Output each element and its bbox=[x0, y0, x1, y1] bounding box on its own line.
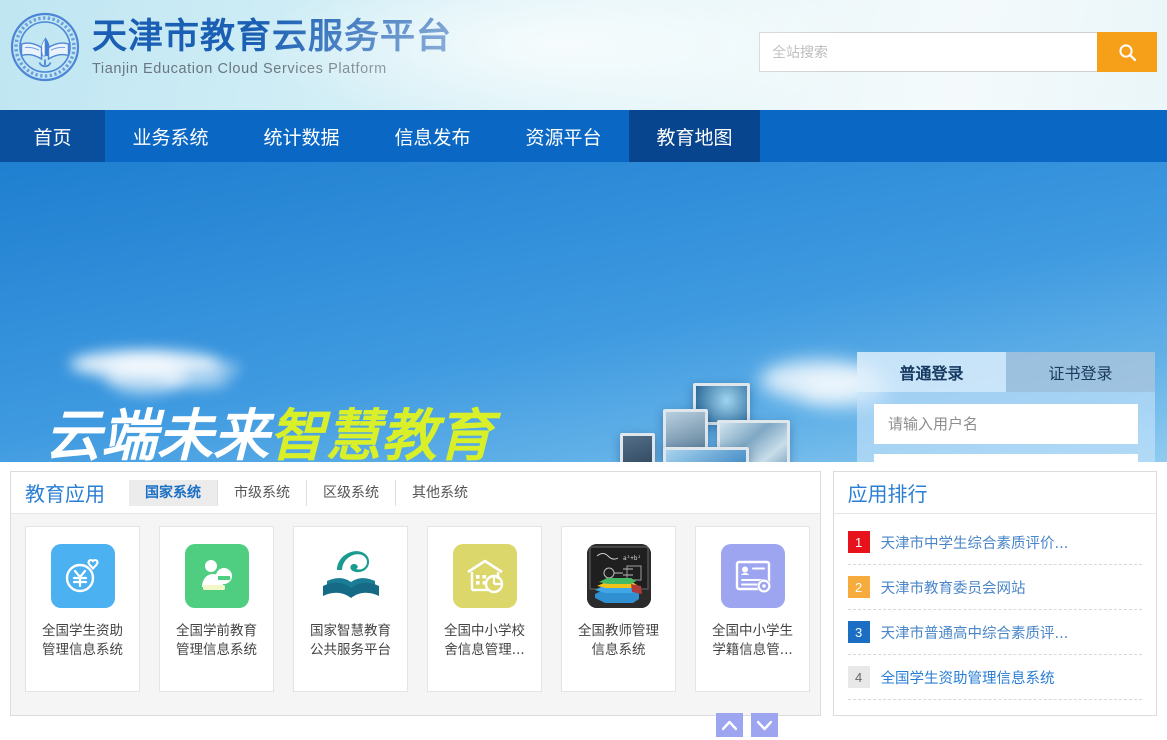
list-item[interactable]: 3 天津市普通高中综合素质评... bbox=[847, 610, 1142, 655]
site-title-en: Tianjin Education Cloud Services Platfor… bbox=[92, 60, 387, 77]
list-item[interactable]: 2 天津市教育委员会网站 bbox=[847, 565, 1142, 610]
banner-headline-group: 云端未来智慧教育 引领教育信息化建设的变革 bbox=[45, 404, 561, 463]
tab-municipal-systems[interactable]: 市级系统 bbox=[218, 479, 307, 506]
monitor-screen bbox=[620, 433, 655, 462]
apps-grid: 全国学生资助 管理信息系统 全国学前教育 管理信息系统 国家智慧教育 公共服务平… bbox=[11, 514, 820, 737]
tab-label: 市级系统 bbox=[234, 484, 290, 501]
rank-badge: 4 bbox=[847, 666, 870, 688]
nav-label: 资源平台 bbox=[525, 126, 602, 149]
app-label: 全国中小学生 学籍信息管... bbox=[712, 623, 793, 658]
app-card-smart-education-platform[interactable]: 国家智慧教育 公共服务平台 bbox=[293, 526, 408, 692]
app-card-student-records[interactable]: 全国中小学生 学籍信息管... bbox=[695, 526, 810, 692]
rank-label: 天津市教育委员会网站 bbox=[880, 580, 1026, 597]
rank-badge: 2 bbox=[847, 576, 870, 598]
password-input[interactable] bbox=[874, 454, 1138, 462]
apps-panel-header: 教育应用 国家系统 市级系统 区级系统 其他系统 bbox=[11, 472, 820, 514]
app-label: 国家智慧教育 公共服务平台 bbox=[310, 623, 391, 658]
app-label: 全国学前教育 管理信息系统 bbox=[176, 623, 257, 658]
monitor-collage-artwork bbox=[565, 357, 865, 462]
list-item[interactable]: 1 天津市中学生综合素质评价... bbox=[847, 520, 1142, 565]
list-item[interactable]: 4 全国学生资助管理信息系统 bbox=[847, 655, 1142, 700]
app-card-teacher-management[interactable]: a²+b² 全国教师管理 信息系统 bbox=[561, 526, 676, 692]
banner-headline-yellow: 智慧教育 bbox=[269, 404, 493, 463]
username-input[interactable] bbox=[874, 404, 1138, 444]
tab-label: 区级系统 bbox=[323, 484, 379, 501]
monitor-screen bbox=[663, 447, 749, 462]
app-ranking-panel: 应用排行 1 天津市中学生综合素质评价... 2 天津市教育委员会网站 3 天津… bbox=[832, 471, 1157, 716]
search-input[interactable] bbox=[759, 32, 1097, 72]
tab-national-systems[interactable]: 国家系统 bbox=[129, 479, 218, 506]
apps-category-tabs: 国家系统 市级系统 区级系统 其他系统 bbox=[129, 479, 484, 506]
open-book-wave-icon bbox=[318, 544, 383, 608]
scroll-up-button[interactable] bbox=[715, 713, 743, 737]
lower-content-area: 教育应用 国家系统 市级系统 区级系统 其他系统 全国学生资助 管理信息系统 全… bbox=[0, 462, 1167, 737]
tab-certificate-login[interactable]: 证书登录 bbox=[1006, 352, 1155, 392]
app-card-school-buildings[interactable]: 全国中小学校 舍信息管理... bbox=[427, 526, 542, 692]
rank-label: 天津市普通高中综合素质评... bbox=[880, 625, 1069, 642]
hero-banner: 云端未来智慧教育 引领教育信息化建设的变革 普通登录 证书登录 ? 忘记密码 登… bbox=[0, 162, 1167, 462]
app-label: 全国中小学校 舍信息管理... bbox=[444, 623, 525, 658]
rank-badge: 1 bbox=[847, 531, 870, 553]
nav-label: 信息发布 bbox=[394, 126, 471, 149]
apps-scroll-controls bbox=[715, 713, 778, 737]
login-panel: 普通登录 证书登录 ? 忘记密码 登 录 bbox=[857, 352, 1155, 462]
apps-panel-title: 教育应用 bbox=[25, 482, 105, 506]
rank-list: 1 天津市中学生综合素质评价... 2 天津市教育委员会网站 3 天津市普通高中… bbox=[834, 514, 1156, 700]
person-reading-icon bbox=[184, 544, 249, 608]
tab-district-systems[interactable]: 区级系统 bbox=[307, 479, 396, 506]
svg-text:a²+b²: a²+b² bbox=[623, 555, 641, 562]
nav-item-home[interactable]: 首页 bbox=[0, 110, 105, 162]
search-button[interactable] bbox=[1097, 32, 1157, 72]
tab-label: 其他系统 bbox=[412, 484, 468, 501]
nav-item-statistics[interactable]: 统计数据 bbox=[236, 110, 367, 162]
nav-label: 统计数据 bbox=[263, 126, 340, 149]
nav-item-information-release[interactable]: 信息发布 bbox=[367, 110, 498, 162]
blackboard-books-icon: a²+b² bbox=[586, 544, 651, 608]
app-card-student-aid[interactable]: 全国学生资助 管理信息系统 bbox=[25, 526, 140, 692]
tab-normal-login[interactable]: 普通登录 bbox=[857, 352, 1006, 392]
site-search bbox=[759, 32, 1157, 72]
school-building-icon bbox=[452, 544, 517, 608]
rank-panel-header: 应用排行 bbox=[833, 472, 1156, 514]
login-form: ? 忘记密码 登 录 bbox=[857, 392, 1155, 462]
cloud-shape bbox=[200, 362, 240, 375]
education-apps-panel: 教育应用 国家系统 市级系统 区级系统 其他系统 全国学生资助 管理信息系统 全… bbox=[10, 471, 821, 737]
main-navigation: 首页 业务系统 统计数据 信息发布 资源平台 教育地图 bbox=[0, 110, 1167, 162]
id-card-gear-icon bbox=[720, 544, 785, 608]
tab-label: 普通登录 bbox=[899, 364, 964, 383]
site-header: 天津市教育云服务平台 Tianjin Education Cloud Servi… bbox=[0, 0, 1167, 110]
nav-label: 业务系统 bbox=[132, 126, 209, 149]
login-tabs: 普通登录 证书登录 bbox=[857, 352, 1155, 392]
tab-other-systems[interactable]: 其他系统 bbox=[396, 480, 484, 506]
rank-panel-title: 应用排行 bbox=[847, 482, 928, 506]
rank-label: 天津市中学生综合素质评价... bbox=[880, 535, 1069, 552]
chevron-down-icon bbox=[756, 720, 772, 730]
nav-item-education-map[interactable]: 教育地图 bbox=[629, 110, 760, 162]
nav-filler bbox=[760, 110, 1167, 162]
nav-item-resource-platform[interactable]: 资源平台 bbox=[498, 110, 629, 162]
tab-label: 证书登录 bbox=[1048, 364, 1113, 383]
app-label: 全国教师管理 信息系统 bbox=[578, 623, 659, 658]
nav-item-business-systems[interactable]: 业务系统 bbox=[105, 110, 236, 162]
tab-label: 国家系统 bbox=[145, 484, 201, 501]
yen-heart-icon bbox=[50, 544, 115, 608]
app-card-preschool-education[interactable]: 全国学前教育 管理信息系统 bbox=[159, 526, 274, 692]
nav-label: 教育地图 bbox=[656, 126, 733, 149]
book-emblem-logo-icon bbox=[10, 12, 80, 82]
rank-badge: 3 bbox=[847, 621, 870, 643]
chevron-up-icon bbox=[721, 720, 737, 730]
banner-headline-white: 云端未来 bbox=[45, 404, 269, 463]
site-logo[interactable]: 天津市教育云服务平台 Tianjin Education Cloud Servi… bbox=[8, 10, 452, 84]
search-icon bbox=[1118, 43, 1136, 61]
scroll-down-button[interactable] bbox=[750, 713, 778, 737]
rank-label: 全国学生资助管理信息系统 bbox=[880, 670, 1055, 687]
app-label: 全国学生资助 管理信息系统 bbox=[42, 623, 123, 658]
nav-label: 首页 bbox=[33, 126, 72, 149]
site-title-cn: 天津市教育云服务平台 bbox=[92, 16, 453, 57]
